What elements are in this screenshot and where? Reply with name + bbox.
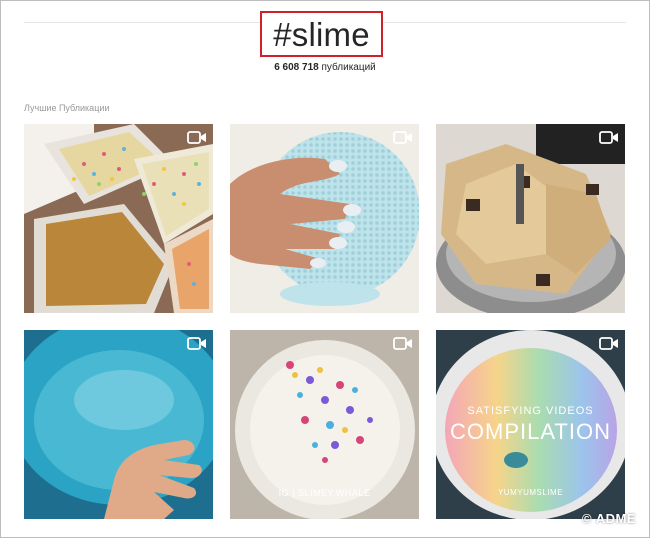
video-camera-icon: [599, 337, 618, 350]
post-tile-5[interactable]: IG | SLIMEY.WHALE: [230, 330, 419, 519]
post-count: 6 608 718 публикаций: [0, 62, 650, 73]
post-image-1: [24, 124, 213, 313]
post-count-number: 6 608 718: [274, 62, 319, 73]
hashtag-highlight-box: #slime: [260, 11, 383, 57]
post-image-3: [436, 124, 625, 313]
post-tile-6[interactable]: SATISFYING VIDEOS COMPILATION YUMYUMSLIM…: [436, 330, 625, 519]
watermark: © ADME: [582, 511, 636, 526]
post-tile-4[interactable]: [24, 330, 213, 519]
video-camera-icon: [599, 131, 618, 144]
post-caption-main: COMPILATION: [450, 419, 611, 444]
post-image-2: [230, 124, 419, 313]
post-tile-1[interactable]: [24, 124, 213, 313]
post-tile-2[interactable]: [230, 124, 419, 313]
hashtag-title: #slime: [273, 15, 370, 53]
post-caption: IG | SLIMEY.WHALE: [278, 488, 371, 498]
video-camera-icon: [187, 131, 206, 144]
post-caption-top: SATISFYING VIDEOS: [467, 405, 594, 417]
post-caption-bottom: YUMYUMSLIME: [497, 488, 564, 497]
post-tile-3[interactable]: [436, 124, 625, 313]
video-camera-icon: [393, 131, 412, 144]
top-posts-label: Лучшие Публикации: [24, 103, 110, 113]
post-count-suffix: публикаций: [321, 62, 376, 73]
post-image-4: [24, 330, 213, 519]
video-camera-icon: [393, 337, 412, 350]
video-camera-icon: [187, 337, 206, 350]
